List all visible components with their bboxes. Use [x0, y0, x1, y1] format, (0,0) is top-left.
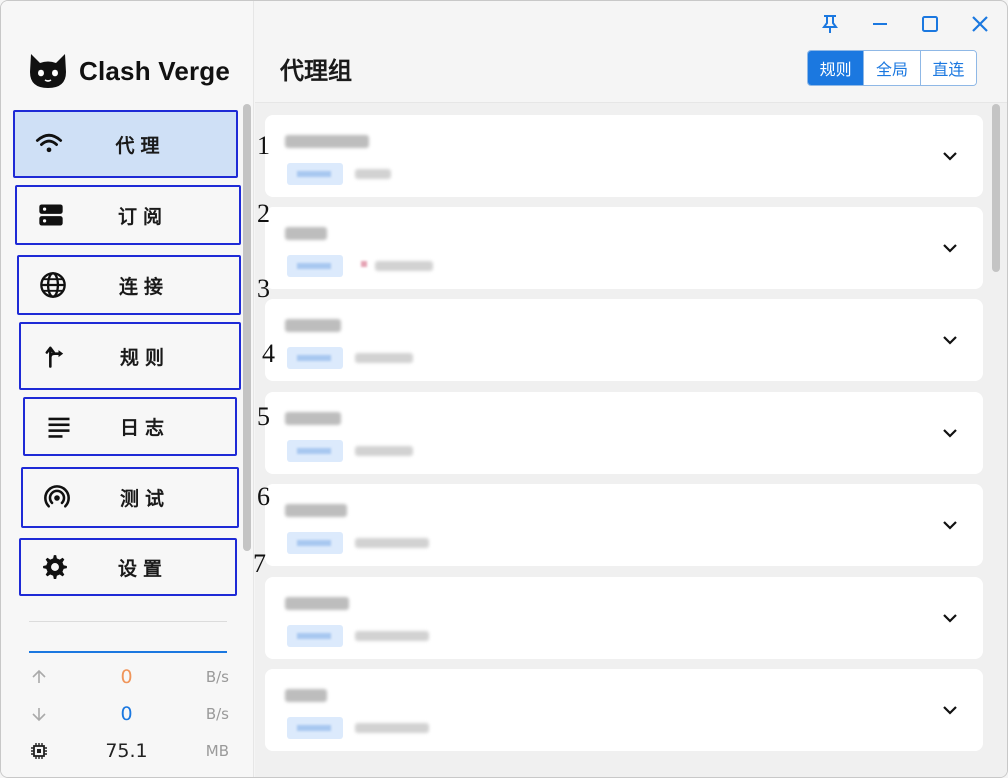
proxy-group-card[interactable] — [265, 115, 983, 197]
divider — [29, 621, 227, 622]
group-name-redacted — [285, 504, 347, 517]
annotation-number: 2 — [257, 199, 270, 228]
arrow-up-icon — [32, 669, 46, 683]
group-name-redacted — [285, 689, 327, 702]
proxy-group-card[interactable] — [265, 207, 983, 289]
group-selection-redacted — [355, 169, 391, 179]
chevron-down-icon[interactable] — [941, 424, 959, 442]
sidebar-item-logs[interactable]: 日志 — [23, 397, 237, 456]
app-logo: Clash Verge — [27, 51, 230, 91]
sidebar-item-label: 规则 — [119, 346, 170, 369]
group-name-redacted — [285, 135, 369, 148]
upload-speed-row: 0 B/s — [29, 665, 229, 689]
sidebar-item-label: 日志 — [119, 417, 170, 439]
group-type-tag-redacted — [287, 347, 343, 369]
proxy-group-card[interactable] — [265, 299, 983, 381]
memory-row: 75.1 MB — [29, 739, 229, 763]
sidebar-item-settings[interactable]: 设置 — [19, 538, 237, 596]
group-name-redacted — [285, 597, 349, 610]
group-selection-redacted — [355, 538, 429, 548]
group-selection-redacted — [355, 353, 413, 363]
download-speed-unit: B/s — [205, 705, 229, 723]
group-type-tag-redacted — [287, 440, 343, 462]
sidebar-scrollbar[interactable] — [243, 104, 251, 551]
annotation-number: 5 — [257, 402, 270, 431]
sidebar-item-rules[interactable]: 规则 — [19, 322, 241, 390]
chevron-down-icon[interactable] — [941, 701, 959, 719]
mode-direct-button[interactable]: 直连 — [919, 51, 976, 85]
download-speed-row: 0 B/s — [29, 702, 229, 726]
group-type-tag-redacted — [287, 255, 343, 277]
group-selection-redacted — [375, 261, 433, 271]
traffic-graph-line — [29, 651, 227, 653]
group-type-tag-redacted — [287, 532, 343, 554]
proxy-group-card[interactable] — [265, 577, 983, 659]
maximize-icon[interactable] — [917, 11, 943, 37]
upload-speed-value: 0 — [120, 666, 133, 688]
group-name-redacted — [285, 227, 327, 240]
annotation-number: 3 — [257, 274, 270, 303]
group-name-redacted — [285, 319, 341, 332]
chevron-down-icon[interactable] — [941, 331, 959, 349]
annotation-number: 6 — [257, 482, 270, 511]
group-type-tag-redacted — [287, 163, 343, 185]
pin-icon[interactable] — [817, 11, 843, 37]
close-icon[interactable] — [967, 11, 993, 37]
arrow-down-icon — [32, 708, 46, 722]
sidebar-item-label: 设置 — [117, 557, 168, 580]
memory-chip-icon — [31, 743, 47, 759]
group-selection-redacted — [355, 723, 429, 733]
sidebar-item-label: 代理 — [115, 134, 166, 157]
annotation-number: 7 — [253, 549, 266, 578]
sidebar: Clash Verge 代理 订阅 连接 规则 日志 测试 设置 0 B/s 0… — [1, 1, 254, 777]
status-dot — [361, 261, 367, 267]
chevron-down-icon[interactable] — [941, 147, 959, 165]
app-window: Clash Verge 代理 订阅 连接 规则 日志 测试 设置 0 B/s 0… — [0, 0, 1008, 778]
download-speed-value: 0 — [120, 703, 133, 725]
group-name-redacted — [285, 412, 341, 425]
page-title: 代理组 — [280, 57, 352, 85]
sidebar-item-connections[interactable]: 连接 — [17, 255, 241, 315]
chevron-down-icon[interactable] — [941, 239, 959, 257]
cat-logo-icon — [30, 54, 66, 88]
mode-global-button[interactable]: 全局 — [863, 51, 920, 85]
group-selection-redacted — [355, 631, 429, 641]
sidebar-item-label: 测试 — [119, 488, 170, 510]
minimize-icon[interactable] — [867, 11, 893, 37]
proxy-group-card[interactable] — [265, 484, 983, 566]
content-scrollbar[interactable] — [992, 104, 1000, 272]
proxy-group-card[interactable] — [265, 392, 983, 474]
memory-unit: MB — [205, 742, 229, 760]
sidebar-item-proxy[interactable]: 代理 — [13, 110, 238, 178]
chevron-down-icon[interactable] — [941, 516, 959, 534]
proxy-group-card[interactable] — [265, 669, 983, 751]
sidebar-item-label: 订阅 — [117, 205, 168, 228]
annotation-number: 1 — [257, 131, 270, 160]
group-type-tag-redacted — [287, 625, 343, 647]
sidebar-item-subscriptions[interactable]: 订阅 — [15, 185, 241, 245]
sidebar-item-test[interactable]: 测试 — [21, 467, 239, 528]
mode-rule-button[interactable]: 规则 — [808, 51, 864, 85]
annotation-number: 4 — [262, 339, 275, 368]
memory-value: 75.1 — [105, 740, 148, 762]
mode-toggle-group: 规则 全局 直连 — [807, 50, 977, 86]
sidebar-item-label: 连接 — [118, 275, 169, 298]
app-name: Clash Verge — [79, 55, 231, 86]
group-selection-redacted — [355, 446, 413, 456]
upload-speed-unit: B/s — [205, 668, 229, 686]
chevron-down-icon[interactable] — [941, 609, 959, 627]
group-type-tag-redacted — [287, 717, 343, 739]
